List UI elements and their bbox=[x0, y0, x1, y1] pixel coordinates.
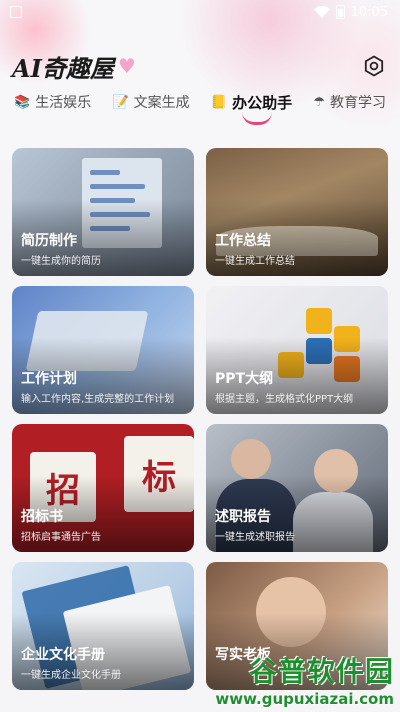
card-title: 简历制作 bbox=[21, 233, 77, 249]
tab-office-assistant[interactable]: 📒 办公助手 bbox=[210, 92, 293, 125]
card-title: 企业文化手册 bbox=[21, 647, 105, 663]
card-subtitle: 招标启事通告广告 bbox=[21, 532, 101, 543]
card-subtitle: 一键生成你的简历 bbox=[21, 256, 101, 267]
active-tab-indicator bbox=[242, 112, 273, 125]
settings-button[interactable] bbox=[360, 52, 388, 80]
card-subtitle: 根据主题，生成格式化PPT大纲 bbox=[215, 394, 354, 405]
card-title: PPT大纲 bbox=[215, 371, 274, 387]
card-realistic-boss[interactable]: 写实老板 bbox=[206, 562, 388, 690]
wifi-icon bbox=[313, 6, 330, 18]
card-title: 招标书 bbox=[21, 509, 63, 525]
card-tender[interactable]: 招 标 招标书 招标启事通告广告 bbox=[12, 424, 194, 552]
status-indicators: 10:05 bbox=[313, 4, 388, 20]
card-work-plan[interactable]: 工作计划 输入工作内容,生成完整的工作计划 bbox=[12, 286, 194, 414]
books-icon: 📚 bbox=[14, 94, 31, 110]
card-subtitle: 一键生成述职报告 bbox=[215, 532, 295, 543]
card-subtitle: 一键生成企业文化手册 bbox=[21, 670, 121, 681]
tab-label: 文案生成 bbox=[133, 95, 190, 111]
tab-label: 办公助手 bbox=[232, 94, 293, 112]
app-title: AI奇趣屋 ♥ bbox=[12, 49, 136, 84]
battery-icon bbox=[335, 5, 345, 19]
tab-copywriting[interactable]: 📝 文案生成 bbox=[112, 92, 189, 112]
app-header: AI奇趣屋 ♥ bbox=[12, 48, 388, 84]
card-title: 工作总结 bbox=[215, 233, 271, 249]
card-title: 写实老板 bbox=[215, 647, 271, 663]
tab-label: 教育学习 bbox=[329, 95, 386, 111]
umbrella-icon: ☂ bbox=[313, 94, 325, 110]
sim-card-icon bbox=[10, 6, 22, 18]
gear-icon bbox=[364, 55, 384, 77]
tab-education[interactable]: ☂ 教育学习 bbox=[313, 92, 386, 112]
category-tabs: 📚 生活娱乐 📝 文案生成 📒 办公助手 ☂ 教育学习 bbox=[0, 92, 400, 132]
watermark-url: www.gupuxiazai.com bbox=[215, 690, 394, 708]
card-work-report[interactable]: 述职报告 一键生成述职报告 bbox=[206, 424, 388, 552]
status-time: 10:05 bbox=[350, 4, 388, 20]
status-bar: 10:05 bbox=[0, 0, 400, 24]
card-subtitle: 一键生成工作总结 bbox=[215, 256, 295, 267]
card-title: 述职报告 bbox=[215, 509, 271, 525]
app-title-text: AI奇趣屋 bbox=[12, 53, 114, 83]
ledger-icon: 📒 bbox=[210, 95, 228, 110]
heart-icon: ♥ bbox=[117, 54, 136, 78]
tab-label: 生活娱乐 bbox=[35, 95, 92, 111]
feature-grid: 简历制作 一键生成你的简历 工作总结 一键生成工作总结 工作计划 输入工作内容,… bbox=[12, 148, 388, 690]
card-subtitle: 输入工作内容,生成完整的工作计划 bbox=[21, 394, 175, 405]
card-work-summary[interactable]: 工作总结 一键生成工作总结 bbox=[206, 148, 388, 276]
card-ppt-outline[interactable]: PPT大纲 根据主题，生成格式化PPT大纲 bbox=[206, 286, 388, 414]
card-title: 工作计划 bbox=[21, 371, 77, 387]
notepad-icon: 📝 bbox=[112, 94, 129, 110]
card-resume[interactable]: 简历制作 一键生成你的简历 bbox=[12, 148, 194, 276]
tab-life-entertainment[interactable]: 📚 生活娱乐 bbox=[14, 92, 91, 112]
card-culture-handbook[interactable]: 企业文化手册 一键生成企业文化手册 bbox=[12, 562, 194, 690]
